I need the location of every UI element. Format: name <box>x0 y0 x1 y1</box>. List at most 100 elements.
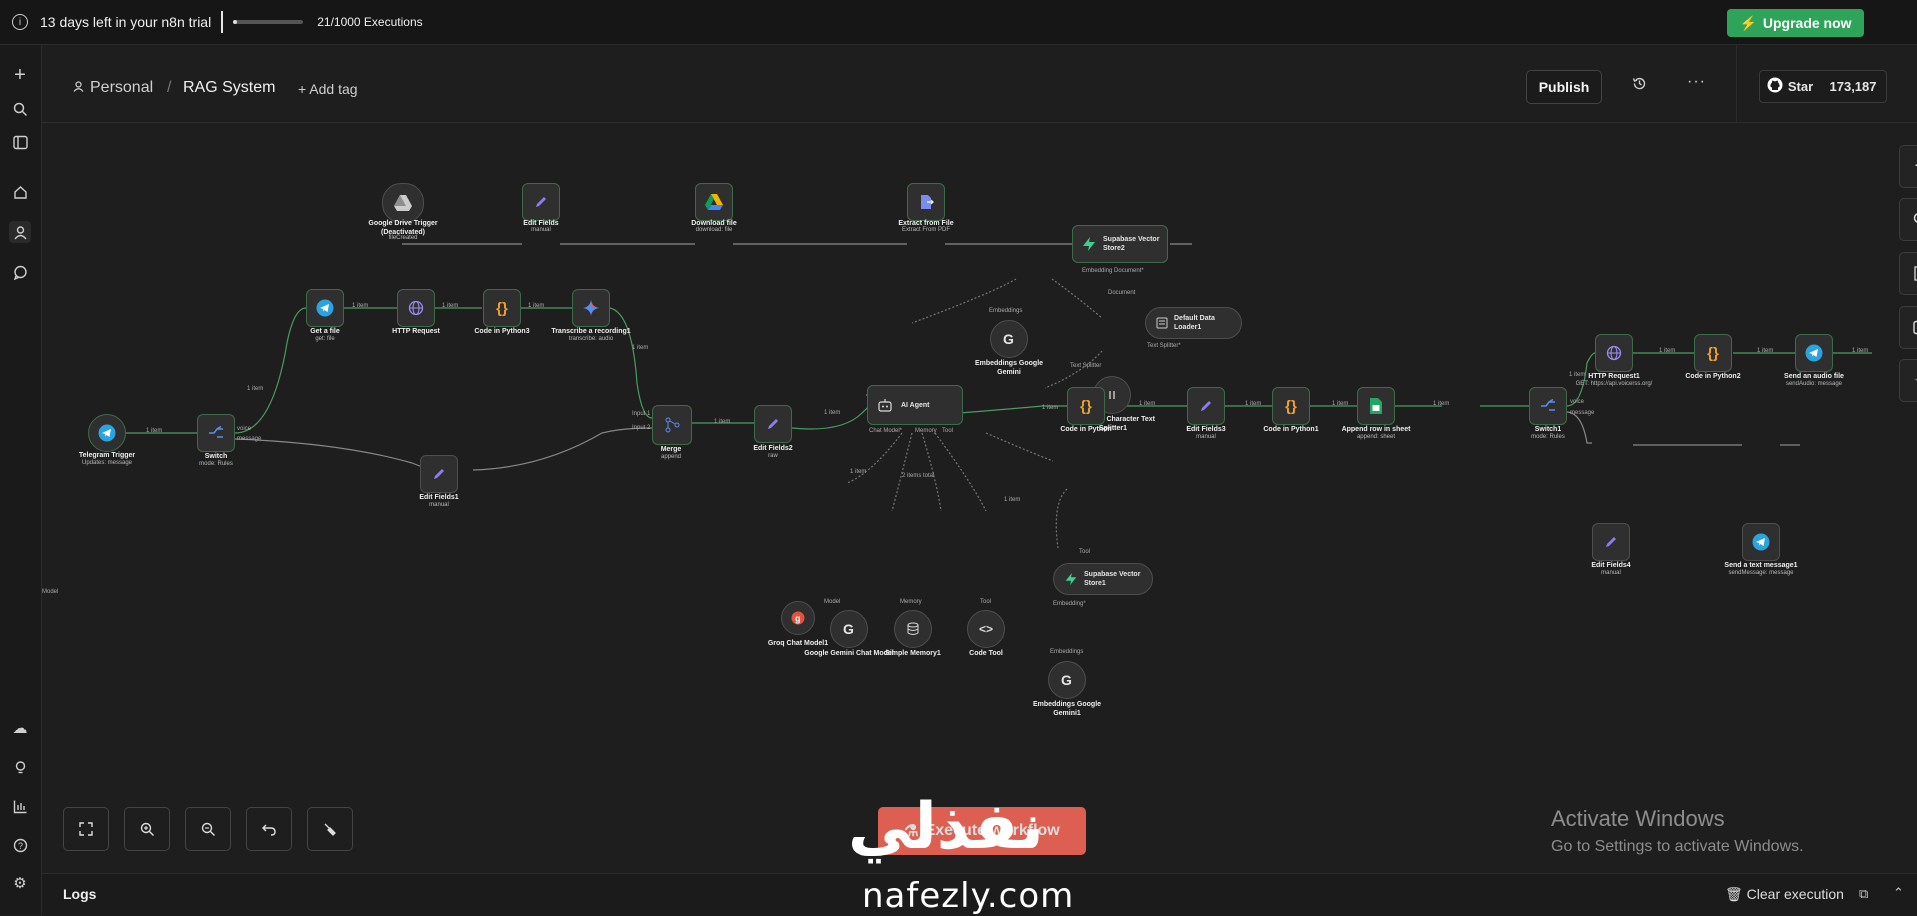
upgrade-button[interactable]: ⚡ Upgrade now <box>1727 9 1864 37</box>
node-subtitle: Extract From PDF <box>881 227 971 233</box>
supabase-vector-store1-node[interactable]: Supabase Vector Store1 <box>1053 563 1153 595</box>
node-subtitle: fileCreated <box>358 235 448 241</box>
port-label: Embeddings <box>989 308 1022 314</box>
edit-fields3-node[interactable] <box>1187 387 1225 425</box>
undo-button[interactable] <box>246 807 292 851</box>
node-subtitle: sendAudio: message <box>1769 381 1859 387</box>
home-icon[interactable] <box>9 181 31 203</box>
plus-icon[interactable]: + <box>9 64 31 86</box>
edit-fields-node[interactable] <box>522 183 560 221</box>
node-title: Edit Fields2 <box>728 444 818 453</box>
code-python3-node[interactable]: {} <box>483 289 521 327</box>
star-label: Star <box>1788 79 1813 94</box>
zoom-in-button[interactable] <box>124 807 170 851</box>
ai-assistant-button[interactable]: ✦ <box>1899 359 1917 402</box>
switch1-node[interactable] <box>1529 387 1567 425</box>
toggle-panel-button[interactable] <box>1899 306 1917 349</box>
default-data-loader-node[interactable]: Default Data Loader1 <box>1145 307 1242 339</box>
bolt-icon: ⚡ <box>1739 15 1756 32</box>
search-icon[interactable] <box>9 98 31 120</box>
add-node-button[interactable]: + <box>1899 145 1917 188</box>
node-title: AI Agent <box>901 402 930 409</box>
clear-execution-button[interactable]: 🗑 Clear execution <box>1725 886 1844 903</box>
breadcrumb-separator: / <box>167 79 171 97</box>
http-request-node[interactable] <box>397 289 435 327</box>
port-label: 1 item <box>1433 401 1449 407</box>
help-icon[interactable]: ? <box>9 834 31 856</box>
port-label: 1 item <box>1245 401 1261 407</box>
more-menu-button[interactable]: ··· <box>1687 73 1706 91</box>
switch-node[interactable] <box>197 414 235 452</box>
embeddings-gemini1-node[interactable]: G <box>1048 661 1086 699</box>
code-icon: {} <box>1285 398 1297 415</box>
node-title: Code in Python <box>1041 425 1131 434</box>
node-subtitle: manual <box>496 227 586 233</box>
transcribe-node[interactable] <box>572 289 610 327</box>
port-label: Text Splitter <box>1070 363 1101 369</box>
port-label: Memory <box>915 428 937 434</box>
ai-agent-node[interactable]: AI Agent <box>867 385 963 425</box>
activate-windows-title: Activate Windows <box>1551 806 1725 832</box>
settings-icon[interactable]: ⚙ <box>9 872 31 894</box>
port-label: 1 item <box>247 386 263 392</box>
port-label: Input 2 <box>632 425 650 431</box>
workflow-title[interactable]: RAG System <box>183 79 275 97</box>
chat-icon[interactable] <box>9 261 31 283</box>
embeddings-gemini-node[interactable]: G <box>990 320 1028 358</box>
panel-icon[interactable] <box>9 131 31 153</box>
code-python-node[interactable]: {} <box>1067 387 1105 425</box>
port-label: Memory <box>900 599 922 605</box>
node-title: Telegram Trigger <box>62 451 152 460</box>
sticky-note-button[interactable] <box>1899 252 1917 295</box>
send-audio-node[interactable] <box>1795 334 1833 372</box>
node-subtitle: Updates: message <box>62 460 152 466</box>
fit-view-button[interactable] <box>63 807 109 851</box>
breadcrumb-workspace[interactable]: Personal <box>90 79 153 97</box>
bulb-icon[interactable] <box>9 756 31 778</box>
supabase-vector-store2-node[interactable]: Supabase Vector Store2 <box>1072 225 1168 263</box>
merge-node[interactable] <box>652 405 692 445</box>
canvas-search-button[interactable] <box>1899 198 1917 241</box>
logs-label: Logs <box>63 886 96 902</box>
code-icon: {} <box>496 300 508 317</box>
zoom-out-button[interactable] <box>185 807 231 851</box>
extract-from-file-node[interactable] <box>907 183 945 221</box>
groq-model-node[interactable]: g <box>781 601 815 635</box>
send-text-message-node[interactable] <box>1742 523 1780 561</box>
chart-icon[interactable] <box>9 795 31 817</box>
append-row-node[interactable] <box>1357 387 1395 425</box>
port-label: 1 item <box>824 410 840 416</box>
edit-fields2-node[interactable] <box>754 405 792 443</box>
publish-button[interactable]: Publish <box>1526 70 1602 104</box>
telegram-trigger-node[interactable] <box>88 414 126 452</box>
gdrive-trigger-node[interactable] <box>382 183 424 223</box>
cloud-icon[interactable]: ☁ <box>9 717 31 739</box>
node-title: Merge <box>626 445 716 454</box>
http-request1-node[interactable] <box>1595 334 1633 372</box>
code-icon: {} <box>1707 345 1719 362</box>
pop-out-icon[interactable]: ⧉ <box>1859 886 1868 902</box>
simple-memory-node[interactable] <box>894 610 932 648</box>
svg-text:G: G <box>1003 331 1014 347</box>
workflow-canvas[interactable]: Google Drive Trigger (Deactivated) fileC… <box>42 123 1917 873</box>
port-label: Embedding Document* <box>1082 268 1144 274</box>
edit-fields1-node[interactable] <box>420 455 458 493</box>
get-file-node[interactable] <box>306 289 344 327</box>
tidy-up-button[interactable] <box>307 807 353 851</box>
code-tool-node[interactable]: <> <box>967 610 1005 648</box>
user-icon[interactable] <box>9 221 31 243</box>
node-title: Code in Python1 <box>1246 425 1336 434</box>
history-icon[interactable] <box>1632 76 1647 96</box>
code-python1-node[interactable]: {} <box>1272 387 1310 425</box>
chevron-up-icon[interactable]: ⌃ <box>1893 885 1904 901</box>
port-label: 1 item <box>442 303 458 309</box>
download-file-node[interactable] <box>695 183 733 221</box>
node-subtitle: GET: https://api.voicerss.org/ <box>1559 381 1669 387</box>
node-subtitle: append: sheet <box>1331 434 1421 440</box>
code-python2-node[interactable]: {} <box>1694 334 1732 372</box>
add-tag-link[interactable]: + Add tag <box>298 81 358 97</box>
node-title: Edit Fields1 <box>394 493 484 502</box>
edit-fields4-node[interactable] <box>1592 523 1630 561</box>
github-star-button[interactable]: Star <box>1759 70 1821 103</box>
gemini-chat-model-node[interactable]: G <box>830 610 868 648</box>
